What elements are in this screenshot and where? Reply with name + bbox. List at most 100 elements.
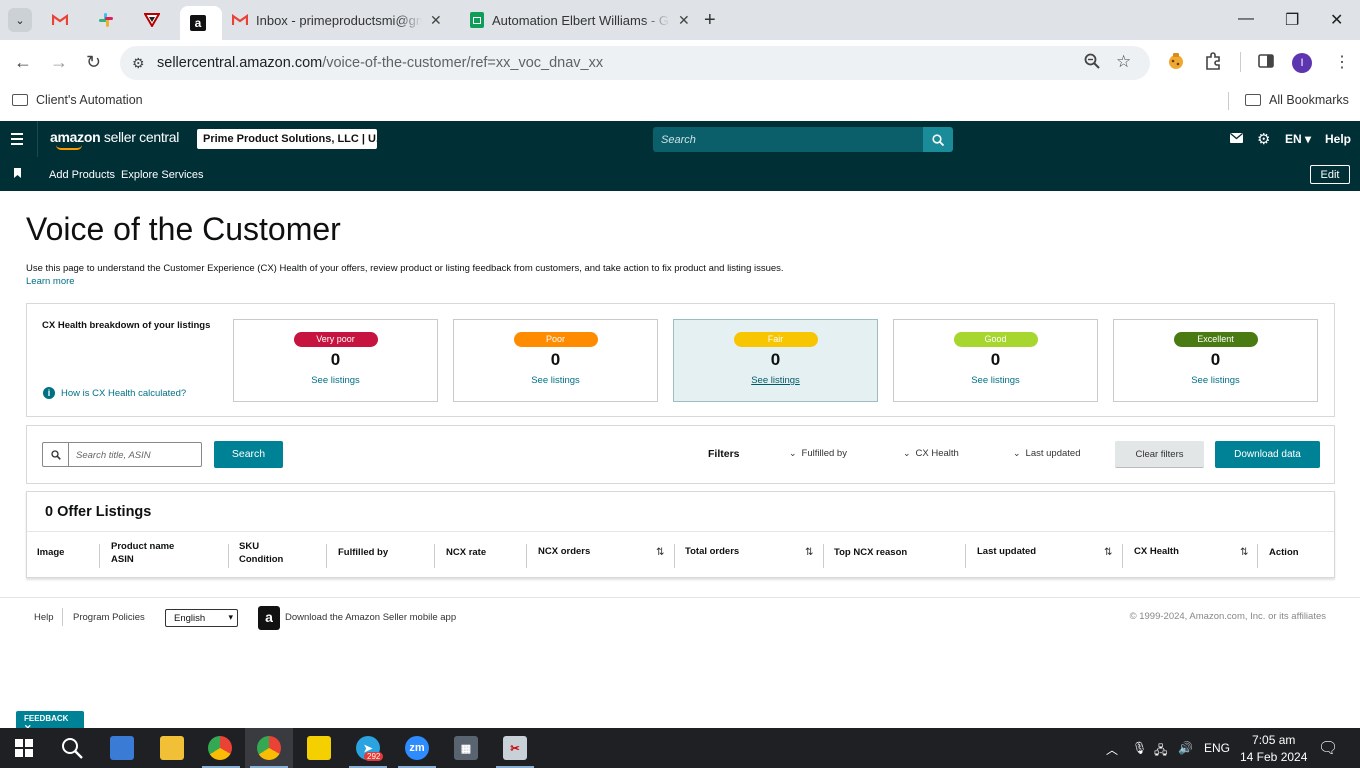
tab-gmail-inbox[interactable]: Inbox - primeproductsmi@gmail.com ✕ xyxy=(232,0,442,40)
bookmark-folder-clients-automation[interactable]: Client's Automation xyxy=(12,93,143,107)
desktop-app-icon[interactable] xyxy=(110,736,134,760)
offer-listings-table: 0 Offer Listings Image Product name ASIN … xyxy=(26,491,1335,578)
sticky-notes-icon[interactable] xyxy=(307,736,331,760)
side-panel-icon[interactable] xyxy=(1257,52,1275,75)
footer-help-link[interactable]: Help xyxy=(34,612,54,623)
add-products-link[interactable]: Add Products xyxy=(49,169,115,181)
column-header-total-orders[interactable]: Total orders xyxy=(685,546,739,559)
chrome-icon[interactable] xyxy=(208,736,232,760)
toolbar-divider xyxy=(1240,52,1241,72)
gmail-icon xyxy=(52,14,68,25)
back-arrow-icon[interactable]: ← xyxy=(14,52,32,73)
show-hidden-icons-chevron-icon[interactable]: ︿ xyxy=(1106,741,1118,758)
search-button[interactable]: Search xyxy=(214,441,283,468)
bookmark-star-icon[interactable]: ☆ xyxy=(1116,52,1131,72)
hamburger-menu-icon[interactable] xyxy=(11,133,23,148)
bookmarks-bar: Client's Automation All Bookmarks xyxy=(0,86,1360,116)
last-updated-dropdown[interactable]: ⌄ Last updated xyxy=(1013,448,1080,459)
page-description: Use this page to understand the Customer… xyxy=(26,263,784,274)
see-listings-link[interactable]: See listings xyxy=(234,375,437,386)
download-app-link[interactable]: Download the Amazon Seller mobile app xyxy=(285,612,456,623)
cx-card-excellent: Excellent 0 See listings xyxy=(1113,319,1318,402)
bookmark-icon[interactable] xyxy=(14,168,21,178)
tab-search-chevron-icon[interactable]: ⌄ xyxy=(8,8,32,32)
sort-icon[interactable]: ⇅ xyxy=(1104,547,1112,558)
column-header-ncx-rate: NCX rate xyxy=(446,547,487,558)
pinned-tab-gmail[interactable] xyxy=(44,8,76,32)
chevron-down-icon: ⌄ xyxy=(903,448,911,458)
sort-icon[interactable]: ⇅ xyxy=(1240,547,1248,558)
clear-filters-button[interactable]: Clear filters xyxy=(1115,441,1204,468)
amazon-seller-app-icon[interactable]: a xyxy=(258,606,280,630)
see-listings-link[interactable]: See listings xyxy=(1114,375,1317,386)
edit-button[interactable]: Edit xyxy=(1310,165,1350,184)
cx-card-fair[interactable]: Fair 0 See listings xyxy=(673,319,878,402)
microphone-icon[interactable]: 🎙 xyxy=(1132,741,1147,755)
tab-amazon-active[interactable]: a xyxy=(180,6,222,40)
explore-services-link[interactable]: Explore Services xyxy=(121,169,204,181)
zoom-app-icon[interactable]: zm xyxy=(405,736,429,760)
input-language[interactable]: ENG xyxy=(1204,741,1230,755)
network-icon[interactable]: 🖧 xyxy=(1154,741,1167,762)
restore-icon[interactable]: ❐ xyxy=(1285,10,1299,30)
amazon-icon: a xyxy=(190,15,206,31)
close-tab-icon[interactable]: ✕ xyxy=(678,12,690,29)
bookmark-folder-all-bookmarks[interactable]: All Bookmarks xyxy=(1245,93,1349,107)
profile-avatar[interactable]: I xyxy=(1292,53,1312,73)
close-window-icon[interactable]: ✕ xyxy=(1330,10,1343,30)
system-clock[interactable]: 7:05 am 14 Feb 2024 xyxy=(1240,732,1307,766)
calculator-icon[interactable]: ▦ xyxy=(454,736,478,760)
chrome-menu-kebab-icon[interactable]: ⋮ xyxy=(1334,52,1350,72)
tab-google-sheets[interactable]: Automation Elbert Williams - Google Shee… xyxy=(470,0,690,40)
column-header-ncx-orders[interactable]: NCX orders xyxy=(538,546,590,559)
learn-more-link[interactable]: Learn more xyxy=(26,276,75,287)
file-explorer-icon[interactable] xyxy=(160,736,184,760)
account-switcher[interactable]: Prime Product Solutions, LLC | U... xyxy=(197,129,377,149)
chrome-profile-icon[interactable] xyxy=(257,736,281,760)
snipping-tool-icon[interactable]: ✂ xyxy=(503,736,527,760)
page-title: Voice of the Customer xyxy=(26,211,341,247)
column-header-cx-health[interactable]: CX Health xyxy=(1134,546,1179,559)
see-listings-link[interactable]: See listings xyxy=(674,375,877,386)
download-data-button[interactable]: Download data xyxy=(1215,441,1320,468)
program-policies-link[interactable]: Program Policies xyxy=(73,612,145,623)
browser-toolbar: ← → ↻ ⚙ sellercentral.amazon.com/voice-o… xyxy=(0,40,1360,86)
mail-icon[interactable] xyxy=(1230,131,1243,146)
extensions-puzzle-icon[interactable] xyxy=(1204,52,1222,75)
address-bar[interactable]: ⚙ sellercentral.amazon.com/voice-of-the-… xyxy=(120,46,1150,80)
zoom-icon[interactable] xyxy=(1084,53,1100,74)
pinned-tab-slack[interactable] xyxy=(90,8,122,32)
footer-language-select[interactable]: English ▾ xyxy=(165,609,238,627)
feedback-tab[interactable]: FEEDBACK ✕ xyxy=(16,711,84,733)
help-link[interactable]: Help xyxy=(1325,132,1351,146)
search-icon[interactable] xyxy=(60,736,84,760)
column-header-last-updated[interactable]: Last updated xyxy=(977,546,1036,559)
minimize-icon[interactable]: — xyxy=(1238,10,1254,28)
reload-icon[interactable]: ↻ xyxy=(86,52,101,73)
close-tab-icon[interactable]: ✕ xyxy=(430,12,442,29)
seller-search-button[interactable] xyxy=(923,127,953,152)
see-listings-link[interactable]: See listings xyxy=(454,375,657,386)
extension-cookie-icon[interactable] xyxy=(1167,52,1185,75)
sort-icon[interactable]: ⇅ xyxy=(656,547,664,558)
volume-icon[interactable]: 🔊 xyxy=(1178,741,1193,755)
forward-arrow-icon[interactable]: → xyxy=(50,52,68,73)
cx-health-info-link[interactable]: i How is CX Health calculated? xyxy=(43,387,186,399)
listing-search-input[interactable]: Search title, ASIN xyxy=(42,442,202,467)
settings-gear-icon[interactable]: ⚙ xyxy=(1257,130,1270,148)
cx-health-dropdown[interactable]: ⌄ CX Health xyxy=(903,448,959,459)
fulfilled-by-dropdown[interactable]: ⌄ Fulfilled by xyxy=(789,448,847,459)
cx-card-good: Good 0 See listings xyxy=(893,319,1098,402)
sort-icon[interactable]: ⇅ xyxy=(805,547,813,558)
column-header-top-ncx-reason: Top NCX reason xyxy=(834,547,908,558)
seller-search-input[interactable]: Search xyxy=(653,127,923,152)
pinned-tab-app[interactable] xyxy=(136,8,168,32)
see-listings-link[interactable]: See listings xyxy=(894,375,1097,386)
bookmark-label: All Bookmarks xyxy=(1269,93,1349,107)
site-settings-icon[interactable]: ⚙ xyxy=(132,55,145,72)
notification-center-icon[interactable]: 🗨 xyxy=(1318,738,1338,758)
amazon-seller-central-logo[interactable]: amazon seller central xyxy=(50,129,179,150)
new-tab-plus-icon[interactable]: + xyxy=(704,9,716,32)
windows-start-icon[interactable] xyxy=(12,736,36,760)
language-selector[interactable]: EN ▾ xyxy=(1285,132,1311,146)
